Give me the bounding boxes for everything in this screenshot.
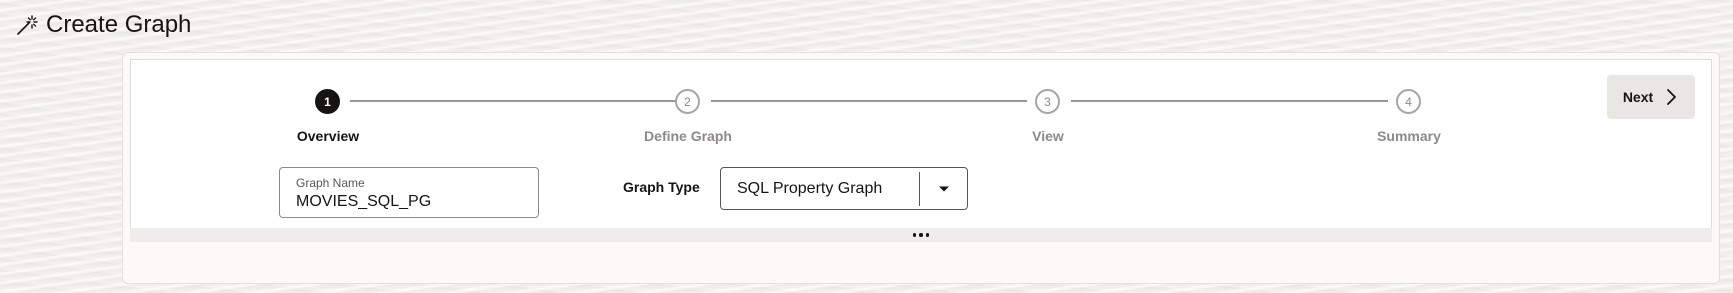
step-label-summary[interactable]: Summary	[1377, 128, 1441, 144]
step-label-define-graph[interactable]: Define Graph	[644, 128, 732, 144]
graph-type-select[interactable]: SQL Property Graph	[720, 167, 968, 210]
step-label-view[interactable]: View	[1032, 128, 1064, 144]
next-button[interactable]: Next	[1607, 75, 1695, 119]
step-number: 2	[684, 94, 691, 109]
graph-type-label: Graph Type	[623, 179, 700, 195]
page-header: Create Graph	[16, 8, 191, 42]
collapse-bar[interactable]	[130, 228, 1712, 242]
more-horizontal-icon	[912, 233, 930, 237]
step-4-indicator[interactable]: 4	[1396, 89, 1421, 114]
step-connector	[1071, 100, 1388, 102]
graph-type-selected-value: SQL Property Graph	[737, 179, 883, 197]
dropdown-toggle[interactable]	[920, 168, 967, 209]
step-number: 1	[324, 94, 331, 109]
graph-name-label: Graph Name	[296, 176, 365, 190]
step-3-indicator[interactable]: 3	[1035, 89, 1060, 114]
next-button-label: Next	[1622, 89, 1654, 105]
caret-down-icon	[938, 180, 950, 198]
step-connector	[711, 100, 1027, 102]
magic-wand-icon	[16, 14, 38, 36]
step-label-overview[interactable]: Overview	[297, 128, 359, 144]
step-number: 3	[1044, 94, 1051, 109]
page-title: Create Graph	[46, 11, 192, 38]
step-number: 4	[1405, 94, 1412, 109]
graph-name-field[interactable]: Graph Name MOVIES_SQL_PG	[279, 167, 539, 218]
step-connector	[350, 100, 676, 102]
step-1-indicator[interactable]: 1	[315, 89, 340, 114]
step-2-indicator[interactable]: 2	[675, 89, 700, 114]
chevron-right-icon	[1665, 88, 1679, 106]
graph-name-input[interactable]: MOVIES_SQL_PG	[296, 192, 522, 212]
